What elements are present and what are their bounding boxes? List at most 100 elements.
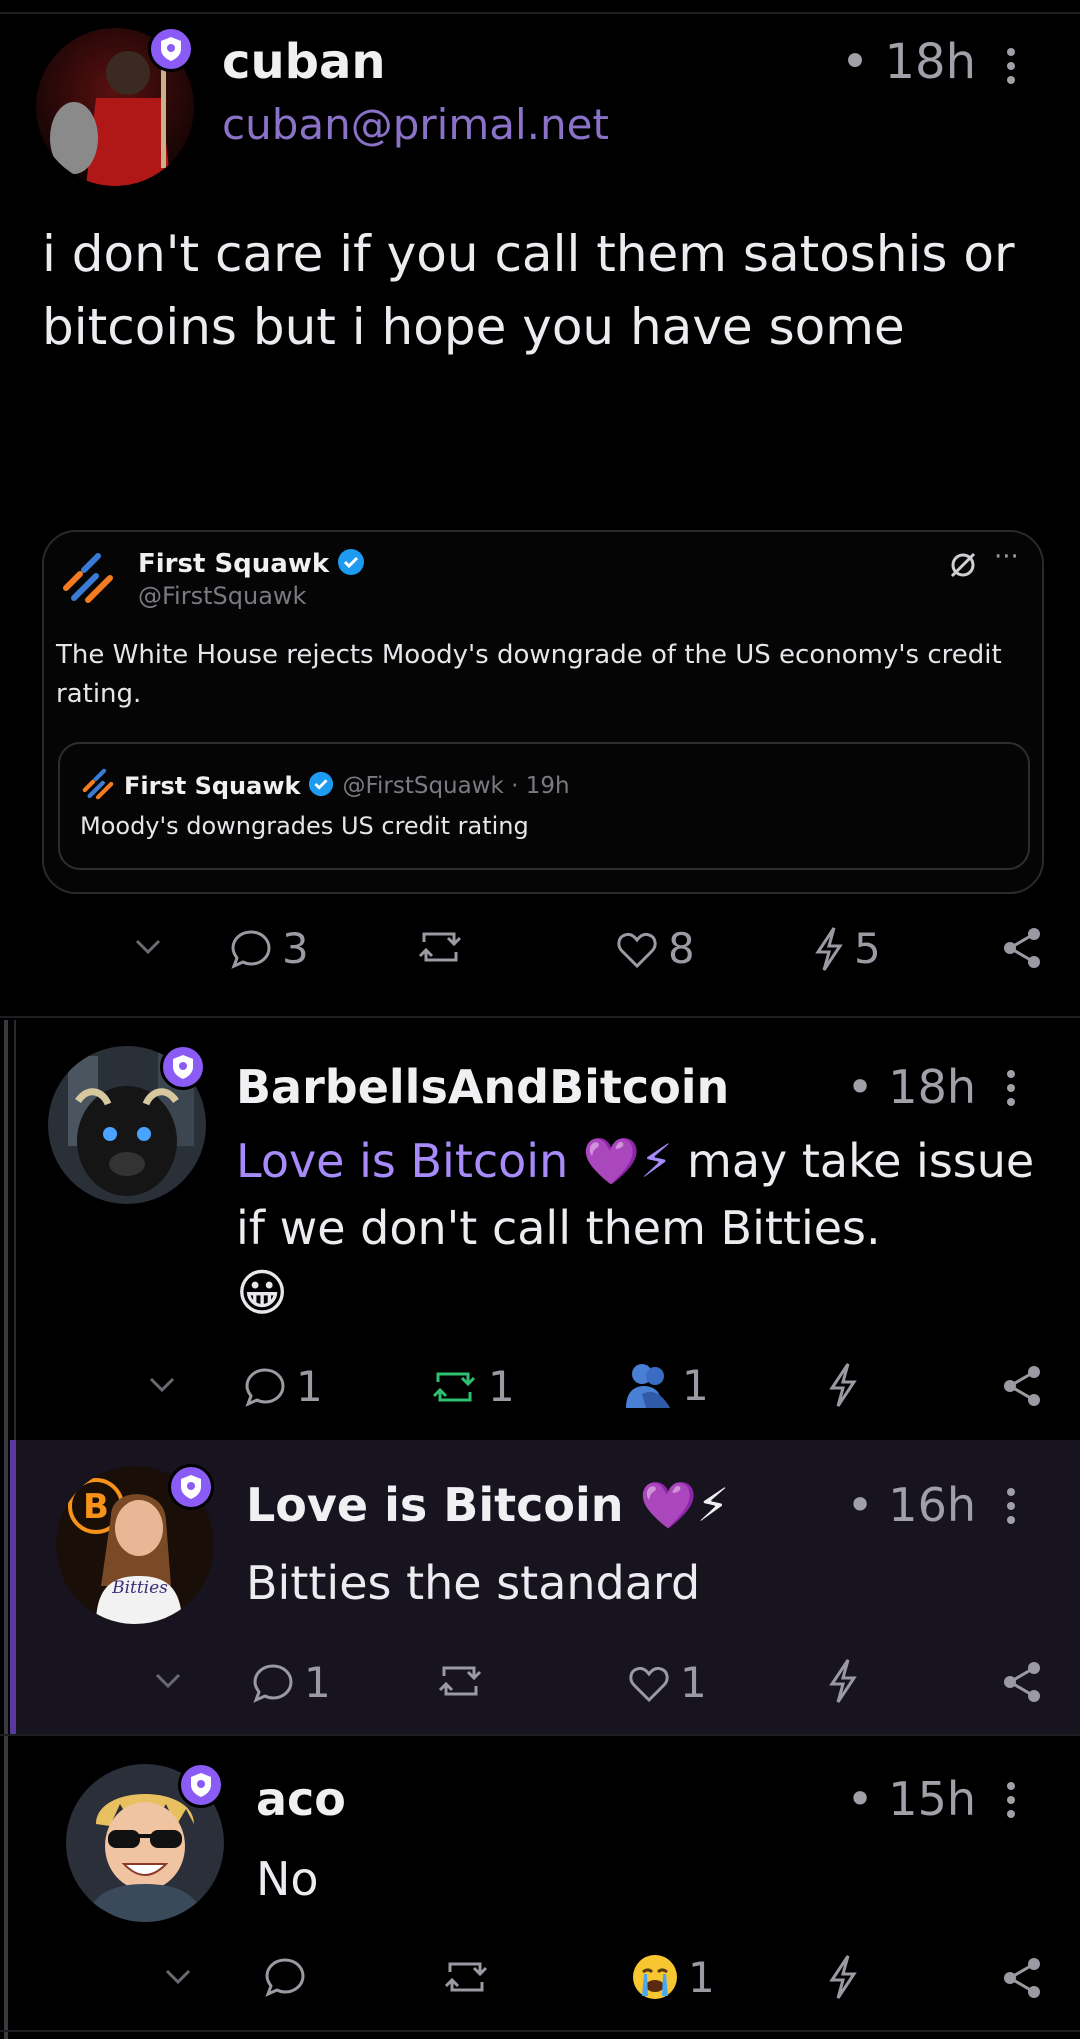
zap-icon <box>826 1658 860 1704</box>
more-options-icon[interactable] <box>1004 1782 1018 1824</box>
post-text: No <box>256 1852 319 1906</box>
quote-text: The White House rejects Moody's downgrad… <box>56 640 1002 709</box>
expand-chevron-icon[interactable] <box>148 1376 176 1394</box>
post-text: Bitties the standard <box>246 1556 701 1610</box>
share-button[interactable] <box>1000 1364 1044 1408</box>
divider <box>0 1016 1080 1018</box>
grok-icon[interactable] <box>948 550 978 584</box>
heart-icon <box>626 1660 672 1706</box>
share-button[interactable] <box>1000 1660 1044 1704</box>
hugging-people-icon <box>622 1360 674 1410</box>
author-name[interactable]: BarbellsAndBitcoin <box>236 1060 729 1114</box>
avatar-love-is-bitcoin[interactable]: B Bitties <box>56 1464 214 1624</box>
reply-count: 1 <box>296 1362 323 1411</box>
reply-icon <box>262 1954 308 2000</box>
more-options-icon[interactable] <box>1004 1488 1018 1530</box>
more-options-icon[interactable] <box>1004 1070 1018 1112</box>
expand-chevron-icon[interactable] <box>134 938 162 956</box>
repost-button[interactable] <box>440 1954 492 2000</box>
reply-button[interactable] <box>262 1954 308 2000</box>
quote-author-handle: @FirstSquawk <box>138 582 307 610</box>
expand-chevron-icon[interactable] <box>154 1672 182 1690</box>
post-time: • 15h <box>846 1772 976 1826</box>
repost-icon <box>428 1364 480 1410</box>
share-button[interactable] <box>1000 1956 1044 2000</box>
first-squawk-logo-icon <box>80 766 116 806</box>
reply-button[interactable]: 1 <box>242 1362 323 1411</box>
repost-button[interactable]: 1 <box>428 1362 515 1411</box>
blue-check-icon <box>337 548 365 580</box>
reaction-button[interactable]: 1 <box>622 1360 709 1410</box>
reply-button[interactable]: 1 <box>250 1658 331 1707</box>
verified-badge-icon <box>160 1044 206 1090</box>
repost-icon <box>434 1658 486 1704</box>
nested-meta: @FirstSquawk · 19h <box>342 773 570 799</box>
reply-icon <box>228 926 274 972</box>
share-button[interactable] <box>1000 926 1044 970</box>
author-name[interactable]: cuban <box>222 34 386 90</box>
share-icon <box>1000 926 1044 970</box>
bottom-divider <box>0 2030 1080 2032</box>
post-time: • 18h <box>846 1060 976 1114</box>
top-divider <box>0 12 1080 14</box>
zap-button[interactable] <box>826 1362 860 1408</box>
repost-icon <box>440 1954 492 2000</box>
avatar-shirt-text: Bitties <box>112 1578 168 1598</box>
divider <box>0 1734 1080 1736</box>
verified-badge-icon <box>178 1762 224 1808</box>
avatar-barbellsandbitcoin[interactable] <box>48 1044 206 1204</box>
post-actions: 3 8 5 <box>0 924 1080 998</box>
repost-count: 1 <box>488 1362 515 1411</box>
author-handle[interactable]: cuban@primal.net <box>222 100 609 149</box>
reaction-count: 1 <box>682 1360 709 1410</box>
like-button[interactable]: 8 <box>614 924 695 973</box>
author-name[interactable]: aco <box>256 1772 346 1826</box>
nested-author-name: First Squawk <box>124 772 301 800</box>
share-icon <box>1000 1660 1044 1704</box>
post-text: Love is Bitcoin 💜⚡ may take issue if we … <box>236 1128 1036 1261</box>
crying-face-icon <box>630 1952 680 2002</box>
zap-button[interactable] <box>826 1954 860 2000</box>
avatar-aco[interactable] <box>66 1762 224 1922</box>
repost-icon <box>414 924 466 970</box>
feed: cuban cuban@primal.net • 18h i don't car… <box>0 0 1080 2039</box>
grinning-emoji: 😀 <box>236 1264 289 1322</box>
first-squawk-logo-icon <box>58 548 118 612</box>
avatar-cuban[interactable] <box>36 26 194 186</box>
expand-chevron-icon[interactable] <box>164 1968 192 1986</box>
zap-count: 5 <box>854 924 881 973</box>
reply-count: 1 <box>304 1658 331 1707</box>
zap-icon <box>826 1954 860 2000</box>
post-actions: 1 <box>0 1953 1080 2028</box>
zap-button[interactable] <box>826 1658 860 1704</box>
post-actions: 1 1 <box>0 1658 1080 1732</box>
reaction-count: 1 <box>688 1952 715 2002</box>
post-time: • 16h <box>846 1478 976 1532</box>
embedded-quote-card[interactable]: First Squawk @FirstSquawk ··· The White … <box>42 530 1044 894</box>
verified-badge-icon <box>148 26 194 72</box>
reply-icon <box>250 1660 296 1706</box>
repost-button[interactable] <box>434 1658 486 1704</box>
quote-more-icon[interactable]: ··· <box>994 542 1019 572</box>
like-button[interactable]: 1 <box>626 1658 707 1707</box>
blue-check-icon <box>308 771 334 801</box>
like-count: 1 <box>680 1658 707 1707</box>
mention-link[interactable]: Love is Bitcoin 💜⚡ <box>236 1134 672 1188</box>
verified-badge-icon <box>168 1464 214 1510</box>
reply-icon <box>242 1364 288 1410</box>
share-icon <box>1000 1956 1044 2000</box>
more-options-icon[interactable] <box>1004 48 1018 90</box>
zap-button[interactable]: 5 <box>812 924 881 973</box>
nested-quote-card[interactable]: First Squawk @FirstSquawk · 19h Moody's … <box>58 742 1030 870</box>
reaction-button[interactable]: 1 <box>630 1952 715 2002</box>
reply-button[interactable]: 3 <box>228 924 309 973</box>
zap-icon <box>826 1362 860 1408</box>
repost-button[interactable] <box>414 924 466 970</box>
like-count: 8 <box>668 924 695 973</box>
author-name[interactable]: Love is Bitcoin 💜⚡ <box>246 1478 729 1533</box>
heart-icon <box>614 926 660 972</box>
post-time: • 18h <box>840 34 976 90</box>
svg-text:B: B <box>83 1487 109 1527</box>
zap-icon <box>812 926 846 972</box>
nested-text: Moody's downgrades US credit rating <box>80 812 529 840</box>
